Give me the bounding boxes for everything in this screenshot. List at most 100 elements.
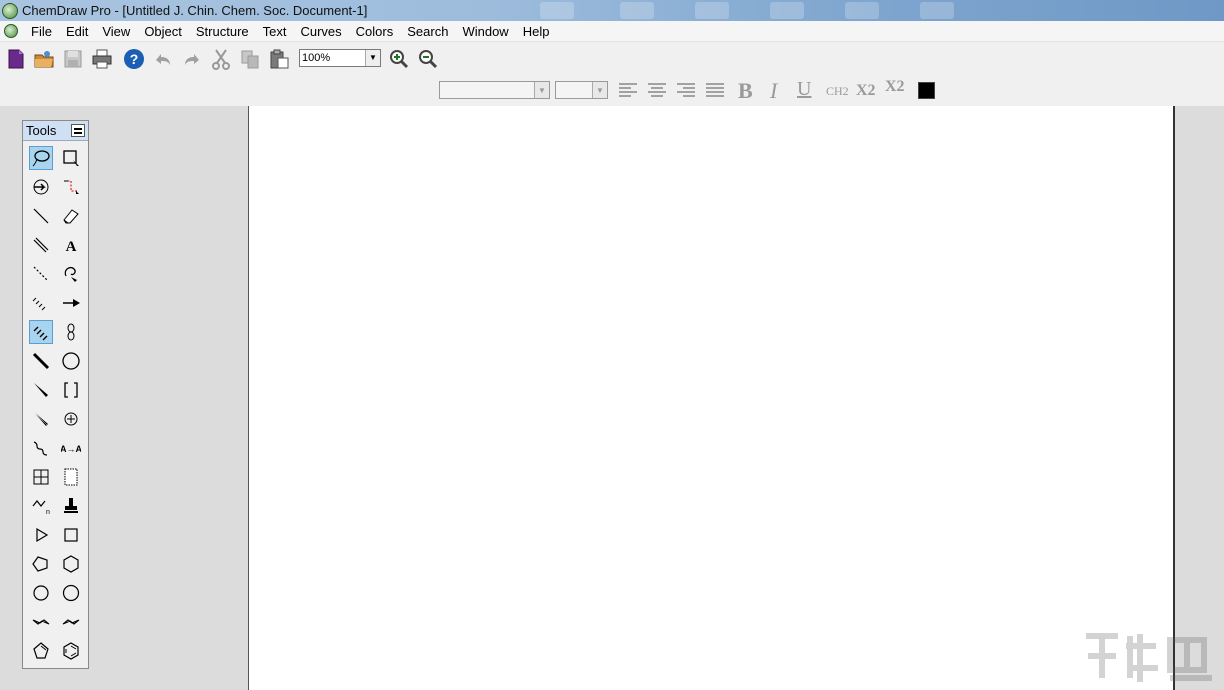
arrow-tool[interactable] bbox=[59, 291, 83, 315]
zoom-out-button[interactable] bbox=[416, 47, 440, 71]
justify-button[interactable] bbox=[703, 78, 727, 102]
cyclohexane-chair-2-tool[interactable] bbox=[59, 610, 83, 634]
chevron-down-icon[interactable]: ▼ bbox=[534, 82, 549, 98]
square-ring-icon bbox=[64, 528, 78, 542]
tools-palette-header[interactable]: Tools bbox=[23, 121, 88, 141]
text-a-icon: A bbox=[66, 239, 77, 255]
bold-button[interactable]: B bbox=[738, 78, 753, 104]
new-document-button[interactable] bbox=[4, 47, 28, 71]
undo-button[interactable] bbox=[151, 47, 175, 71]
bold-bond-tool[interactable] bbox=[29, 349, 53, 373]
orbital-tool[interactable] bbox=[59, 320, 83, 344]
text-tool[interactable]: A bbox=[59, 233, 83, 257]
marquee-tool[interactable] bbox=[59, 146, 83, 170]
print-button[interactable] bbox=[90, 47, 114, 71]
paste-button[interactable] bbox=[267, 47, 291, 71]
template-tool[interactable] bbox=[59, 465, 83, 489]
drawing-elements-tool[interactable] bbox=[59, 349, 83, 373]
open-button[interactable] bbox=[32, 47, 56, 71]
menu-object[interactable]: Object bbox=[137, 21, 189, 42]
solid-bond-tool[interactable] bbox=[29, 204, 53, 228]
cyclooctane-tool[interactable] bbox=[59, 581, 83, 605]
zoom-in-icon bbox=[390, 50, 409, 69]
svg-text:?: ? bbox=[130, 51, 139, 67]
menu-colors[interactable]: Colors bbox=[349, 21, 401, 42]
menu-search[interactable]: Search bbox=[400, 21, 455, 42]
zoom-out-icon bbox=[419, 50, 438, 69]
brackets-tool[interactable] bbox=[59, 378, 83, 402]
cyclopropane-tool[interactable] bbox=[29, 523, 53, 547]
lasso-icon bbox=[32, 150, 50, 167]
cyclopentane-tool[interactable] bbox=[29, 552, 53, 576]
acyclic-chain-tool[interactable]: n bbox=[29, 494, 53, 518]
menu-window[interactable]: Window bbox=[455, 21, 515, 42]
document-page[interactable] bbox=[248, 106, 1175, 690]
lasso-tool[interactable] bbox=[29, 146, 53, 170]
benzene-tool[interactable] bbox=[59, 639, 83, 663]
formula-style-button[interactable]: CH2 bbox=[826, 84, 849, 99]
zoom-in-button[interactable] bbox=[387, 47, 411, 71]
subscript-button[interactable]: X2 bbox=[856, 82, 876, 100]
help-button[interactable]: ? bbox=[122, 47, 146, 71]
chevron-down-icon[interactable]: ▼ bbox=[365, 50, 380, 66]
font-size-select[interactable]: ▼ bbox=[555, 81, 608, 99]
zoom-dropdown[interactable]: 100% ▼ bbox=[299, 49, 381, 67]
align-right-icon bbox=[677, 83, 695, 97]
structure-perspective-tool[interactable] bbox=[29, 175, 53, 199]
italic-button[interactable]: I bbox=[770, 78, 777, 104]
stamp-tool[interactable] bbox=[59, 494, 83, 518]
cyclohexane-chair-1-tool[interactable] bbox=[29, 610, 53, 634]
open-folder-icon bbox=[34, 51, 54, 68]
double-bond-tool[interactable] bbox=[29, 233, 53, 257]
chemical-symbols-tool[interactable] bbox=[59, 407, 83, 431]
superscript-button[interactable]: X2 bbox=[885, 78, 905, 96]
chemdraw-app-icon[interactable] bbox=[2, 2, 18, 19]
benzene-ring-icon bbox=[63, 642, 79, 660]
color-swatch-button[interactable] bbox=[918, 82, 935, 99]
redo-button[interactable] bbox=[180, 47, 204, 71]
menu-curves[interactable]: Curves bbox=[293, 21, 348, 42]
canvas-area bbox=[0, 106, 1224, 690]
title-bar: ChemDraw Pro - [Untitled J. Chin. Chem. … bbox=[0, 0, 1224, 21]
cut-button[interactable] bbox=[209, 47, 233, 71]
wedged-bond-tool[interactable] bbox=[29, 378, 53, 402]
taskbar-thumbnail-decor bbox=[540, 2, 574, 19]
chevron-down-icon[interactable]: ▼ bbox=[592, 82, 607, 98]
dashed-bond-tool[interactable] bbox=[29, 262, 53, 286]
menu-text[interactable]: Text bbox=[256, 21, 294, 42]
align-center-button[interactable] bbox=[645, 78, 669, 102]
menu-view[interactable]: View bbox=[95, 21, 137, 42]
palette-menu-icon[interactable] bbox=[71, 124, 85, 137]
cycloheptane-tool[interactable] bbox=[29, 581, 53, 605]
save-button[interactable] bbox=[61, 47, 85, 71]
font-family-select[interactable]: ▼ bbox=[439, 81, 550, 99]
chair-conformation-icon bbox=[32, 619, 50, 625]
pen-tool[interactable] bbox=[59, 262, 83, 286]
copy-button[interactable] bbox=[238, 47, 262, 71]
mass-fragmentation-tool[interactable] bbox=[59, 175, 83, 199]
wavy-bond-tool[interactable] bbox=[29, 436, 53, 460]
table-tool[interactable] bbox=[29, 465, 53, 489]
cyclobutane-tool[interactable] bbox=[59, 523, 83, 547]
hashed-bond-tool[interactable] bbox=[29, 291, 53, 315]
menu-structure[interactable]: Structure bbox=[189, 21, 256, 42]
document-icon[interactable] bbox=[4, 24, 18, 38]
bold-hashed-bond-tool[interactable] bbox=[29, 320, 53, 344]
cyclohexane-tool[interactable] bbox=[59, 552, 83, 576]
align-right-button[interactable] bbox=[674, 78, 698, 102]
redo-arrow-icon bbox=[185, 54, 199, 65]
menu-file[interactable]: File bbox=[24, 21, 59, 42]
bold-hashed-bond-icon bbox=[33, 326, 48, 341]
hashed-wedged-bond-tool[interactable] bbox=[29, 407, 53, 431]
align-left-icon bbox=[619, 83, 637, 97]
menu-help[interactable]: Help bbox=[516, 21, 557, 42]
eraser-icon bbox=[63, 209, 79, 224]
align-left-button[interactable] bbox=[616, 78, 640, 102]
query-tool[interactable]: A→A bbox=[59, 436, 83, 460]
underline-button[interactable]: U bbox=[797, 78, 811, 101]
menu-edit[interactable]: Edit bbox=[59, 21, 95, 42]
triangle-ring-icon bbox=[36, 527, 49, 543]
eraser-tool[interactable] bbox=[59, 204, 83, 228]
cyclopentadiene-tool[interactable] bbox=[29, 639, 53, 663]
cyclopentadiene-icon bbox=[33, 642, 49, 659]
